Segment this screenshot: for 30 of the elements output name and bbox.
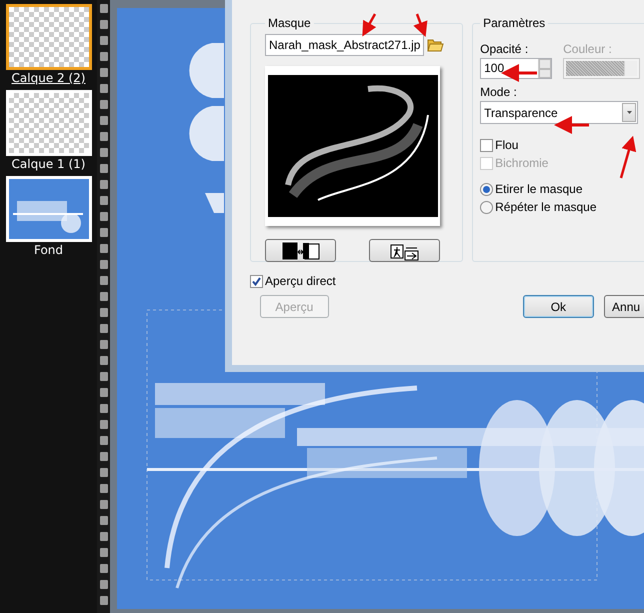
group-title: Paramètres [482, 16, 546, 30]
mode-label: Mode : [480, 85, 518, 99]
layer-name[interactable]: Calque 1 (1) [12, 157, 86, 174]
radio-label[interactable]: Répéter le masque [495, 200, 597, 214]
radio-button[interactable] [480, 200, 494, 214]
annotation-arrow [362, 13, 376, 37]
color-label: Couleur : [563, 42, 613, 56]
dropdown-caret-icon [626, 111, 632, 114]
annotation-arrow [620, 136, 636, 178]
folder-icon[interactable] [427, 38, 444, 52]
rotate-button[interactable] [369, 239, 440, 262]
dialog-button[interactable]: Ok [522, 295, 594, 318]
layer-name[interactable]: Fond [34, 243, 64, 260]
dialog-button[interactable]: Annu [604, 295, 644, 318]
file-name-field[interactable]: Narah_mask_Abstract271.jp [265, 34, 424, 56]
checkbox-label[interactable]: Aperçu direct [265, 274, 336, 288]
checkbox-label[interactable]: Flou [495, 138, 518, 152]
checkbox[interactable] [480, 138, 494, 152]
wedge-shape [205, 193, 224, 213]
group-title: Masque [267, 16, 312, 30]
annotation-arrow [413, 14, 428, 38]
invert-button[interactable] [265, 239, 336, 262]
layer-thumbnail[interactable] [6, 4, 92, 70]
radio-button[interactable] [480, 182, 494, 196]
opacity-label: Opacité : [480, 42, 530, 56]
checkbox[interactable] [250, 274, 263, 288]
radio-label[interactable]: Etirer le masque [495, 182, 582, 196]
invert-icon [282, 242, 320, 260]
layer-name[interactable]: Calque 2 (2) [12, 71, 86, 88]
mode-dropdown[interactable]: Transparence [480, 101, 638, 124]
